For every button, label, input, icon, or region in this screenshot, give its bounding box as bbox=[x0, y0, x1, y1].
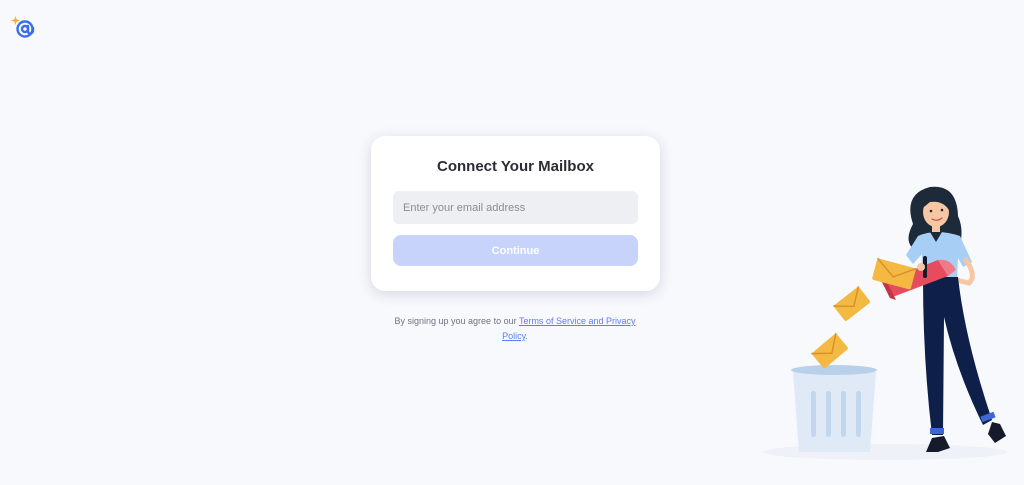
envelope-icon bbox=[872, 257, 917, 290]
continue-button[interactable]: Continue bbox=[393, 235, 638, 266]
envelope-icon bbox=[833, 286, 870, 321]
terms-suffix: . bbox=[525, 331, 528, 341]
terms-prefix: By signing up you agree to our bbox=[394, 316, 517, 326]
terms-link[interactable]: Terms of Service and Privacy Policy bbox=[502, 316, 635, 341]
email-input[interactable] bbox=[393, 191, 638, 224]
card-title: Connect Your Mailbox bbox=[437, 158, 594, 175]
app-logo-icon bbox=[11, 16, 35, 38]
trash-can-icon bbox=[791, 365, 877, 452]
connect-mailbox-card: Connect Your Mailbox Continue bbox=[371, 136, 660, 291]
mailbox-illustration-icon bbox=[763, 186, 1007, 460]
terms-notice: By signing up you agree to our Terms of … bbox=[392, 314, 638, 344]
envelope-icon bbox=[811, 332, 848, 369]
woman-figure bbox=[872, 186, 1006, 452]
